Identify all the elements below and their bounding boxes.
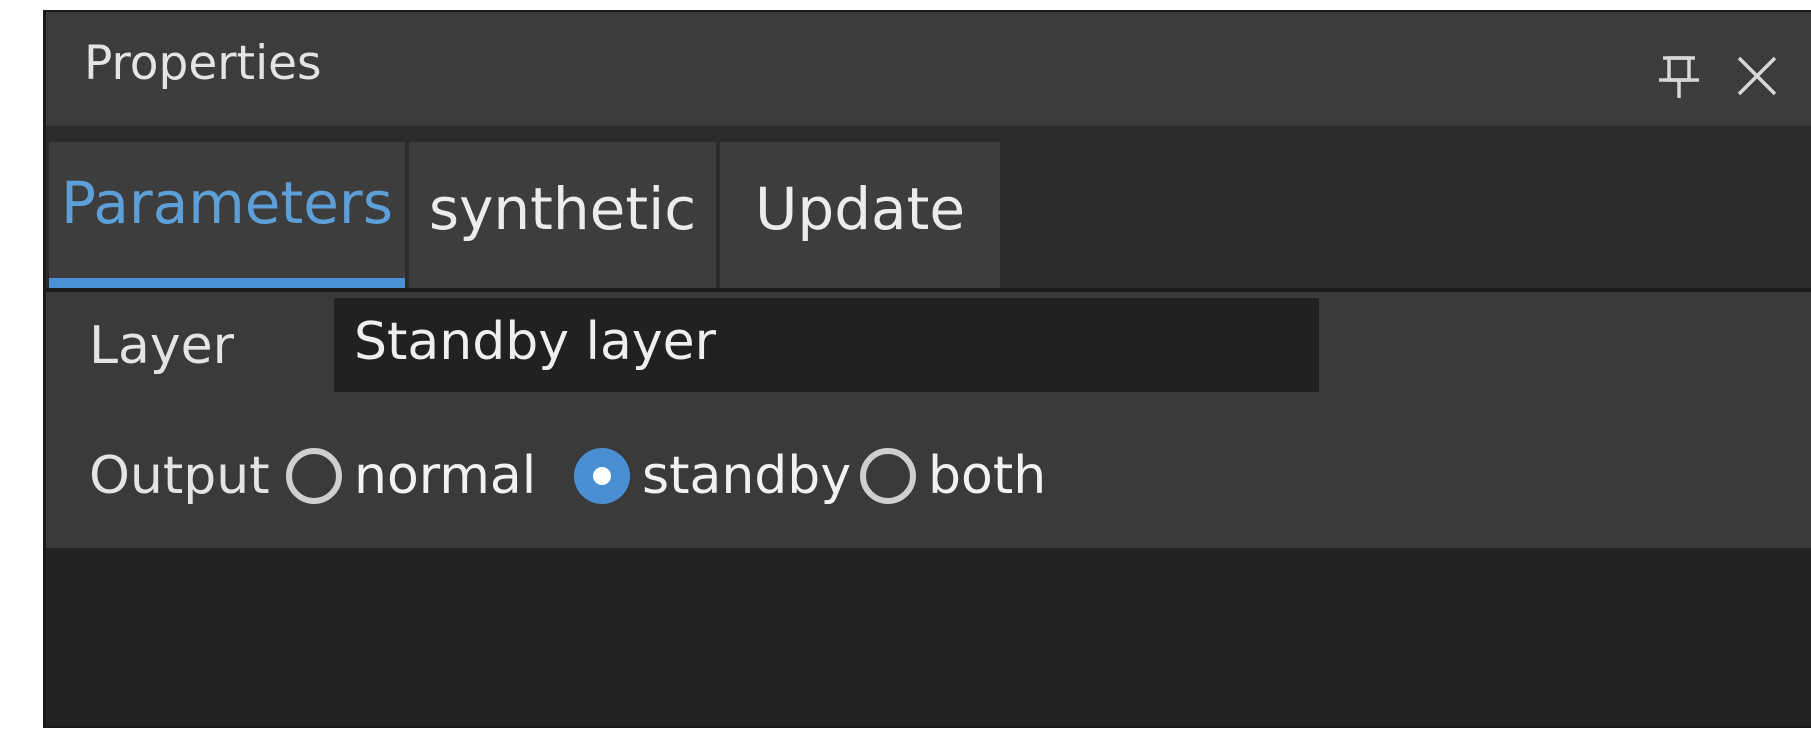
panel-title: Properties: [84, 36, 322, 91]
radio-normal-label: normal: [354, 446, 537, 506]
radio-standby-label: standby: [642, 446, 852, 506]
radio-both-label: both: [928, 446, 1047, 506]
tab-parameters[interactable]: Parameters: [49, 142, 405, 288]
properties-panel: Properties Parameters synthetic Update L…: [43, 10, 1811, 728]
tab-update[interactable]: Update: [720, 142, 1000, 288]
radio-standby[interactable]: standby: [574, 440, 851, 512]
empty-area: [46, 548, 1811, 726]
radio-both[interactable]: both: [860, 440, 1046, 512]
layer-label: Layer: [89, 316, 234, 376]
output-label: Output: [89, 446, 270, 506]
parameters-content: Layer Standby layer Output normal standb…: [46, 292, 1811, 548]
radio-circle-unchecked-icon: [286, 448, 342, 504]
title-bar-actions: [1653, 50, 1783, 102]
tab-synthetic[interactable]: synthetic: [409, 142, 716, 288]
tab-strip: Parameters synthetic Update: [46, 126, 1811, 292]
radio-circle-unchecked-icon: [860, 448, 916, 504]
radio-normal[interactable]: normal: [286, 440, 536, 512]
pin-icon[interactable]: [1653, 50, 1705, 102]
layer-field[interactable]: Standby layer: [334, 298, 1319, 392]
title-bar: Properties: [46, 12, 1811, 126]
close-icon[interactable]: [1731, 50, 1783, 102]
radio-circle-checked-icon: [574, 448, 630, 504]
